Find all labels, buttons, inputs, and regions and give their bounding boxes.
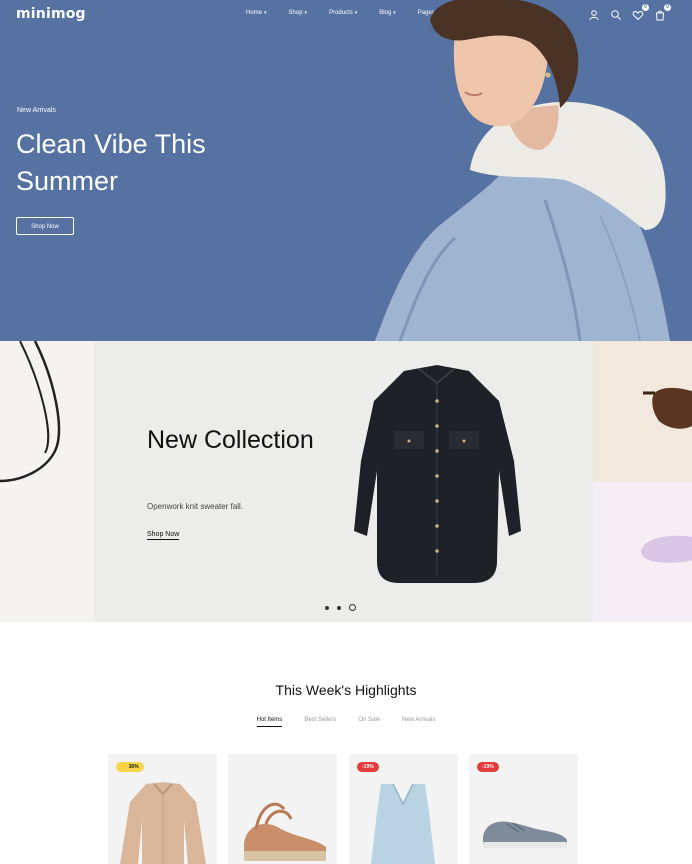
hero-shop-now-button[interactable]: Shop Now [16,217,74,235]
hero-kicker: New Arrivals [17,107,56,114]
slider-dot-1[interactable] [325,605,329,610]
tab-new-arrivals[interactable]: New Arrivals [402,717,435,727]
highlights-tabs: Hot Items Best Sellers On Sale New Arriv… [0,717,692,727]
sale-badge: -19% [477,762,499,772]
bag-strap-image [0,341,61,483]
logo[interactable]: minimog [16,6,86,22]
slide-bracelet-image [640,535,692,563]
nav-home[interactable]: Home ▾ [246,10,267,16]
vest-image [371,783,435,864]
highlights-title: This Week's Highlights [275,682,417,698]
chevron-down-icon: ▾ [264,10,267,16]
collection-shop-now-link[interactable]: Shop Now [147,531,180,540]
sandal-image [244,802,326,861]
nav-shop[interactable]: Shop ▾ [289,10,308,16]
sunglasses-image [643,387,692,429]
next-slide-peek [593,341,692,482]
tab-hot-items[interactable]: Hot Items [256,717,283,727]
hero-title: Clean Vibe This Summer [16,129,206,196]
chevron-down-icon: ▾ [354,10,358,16]
slider-dot-3-active[interactable] [349,604,356,611]
prev-slide-peek [0,341,94,622]
slide-main [94,341,593,622]
nav-products-label: Products [329,10,353,16]
nav-shop-label: Shop [288,10,303,16]
slider-dot-2[interactable] [337,605,341,610]
product-card[interactable]: ⚡ 36% [108,754,217,864]
slider-pagination [325,604,356,611]
new-collection-slider: New Collection Openwork knit sweater fal… [0,341,692,622]
hot-badge: ⚡ 36% [116,762,144,772]
sale-badge: -19% [357,762,379,772]
jacket-image [120,782,206,864]
black-shirt-image [354,365,521,583]
product-card[interactable] [228,754,337,864]
collection-title: New Collection [147,426,314,454]
chevron-down-icon: ▾ [304,10,308,16]
tab-best-sellers[interactable]: Best Sellers [304,717,336,727]
sneaker-image [483,821,567,848]
collection-subtitle: Openwork knit sweater fall. [147,502,244,511]
product-card[interactable]: -19% [469,754,578,864]
nav-products[interactable]: Products ▾ [329,10,357,16]
product-card[interactable]: -19% [349,754,458,864]
next-slide-peek-lower [593,482,692,622]
tab-on-sale[interactable]: On Sale [358,717,380,727]
hero-model-image [375,0,670,341]
nav-home-label: Home [246,10,263,16]
hero-banner: minimog Home ▾ Shop ▾ Products ▾ Blog ▾ Page… [0,0,692,341]
